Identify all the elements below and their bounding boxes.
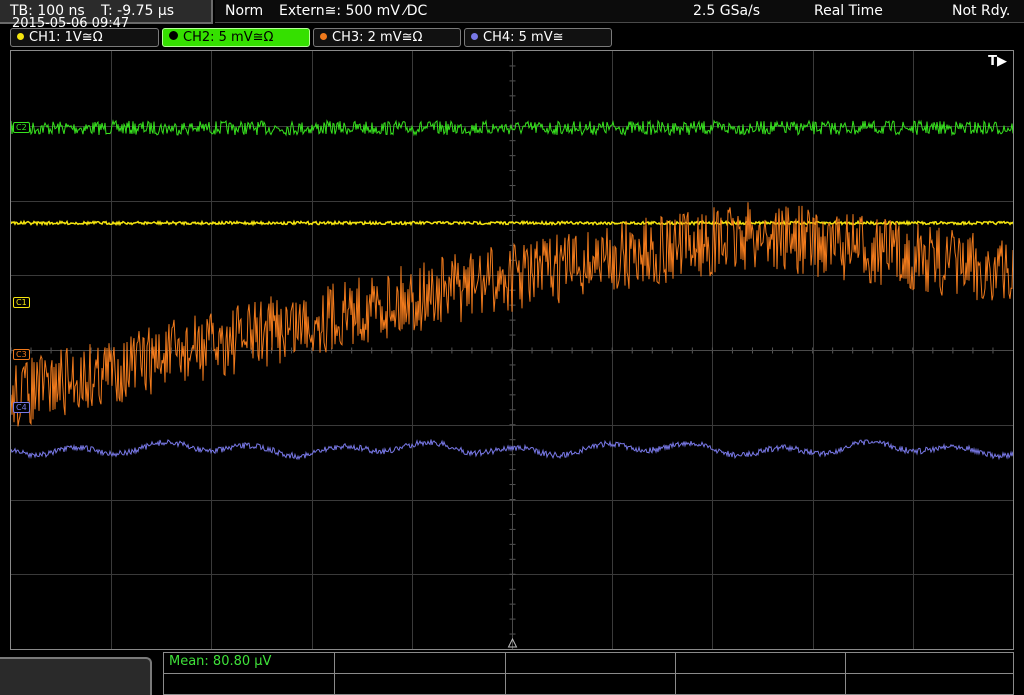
waveform-display[interactable]: T▶ C2 C1 C3 C4 bbox=[10, 50, 1014, 650]
ch4-offset-marker[interactable]: C4 bbox=[13, 402, 30, 413]
ch1-label: CH1: 1V≅Ω bbox=[29, 30, 103, 45]
ch2-button[interactable]: CH2: 5 mV≅Ω bbox=[162, 28, 310, 47]
acquisition-mode: Real Time bbox=[814, 3, 883, 19]
acquisition-status-row: Norm Extern≅: 500 mV ⁄DC 2.5 GSa/s Real … bbox=[215, 0, 1024, 23]
ch2-dot-icon bbox=[169, 31, 178, 40]
trigger-source[interactable]: Extern≅: 500 mV ⁄DC bbox=[279, 3, 427, 19]
trigger-mode[interactable]: Norm bbox=[225, 3, 263, 19]
ch2-label: CH2: 5 mV≅Ω bbox=[183, 30, 274, 45]
ch2-offset-marker[interactable]: C2 bbox=[13, 122, 30, 133]
measurement-table[interactable] bbox=[163, 652, 1014, 695]
ch3-offset-marker[interactable]: C3 bbox=[13, 349, 30, 360]
run-state: Not Rdy. bbox=[952, 3, 1011, 19]
sample-rate: 2.5 GSa/s bbox=[693, 3, 761, 19]
waveform-canvas bbox=[11, 51, 1013, 649]
ch3-dot-icon bbox=[320, 33, 327, 40]
ch3-button[interactable]: CH3: 2 mV≅Ω bbox=[313, 28, 461, 47]
ch1-offset-marker[interactable]: C1 bbox=[13, 297, 30, 308]
ch3-label: CH3: 2 mV≅Ω bbox=[332, 30, 423, 45]
ch4-label: CH4: 5 mV≅ bbox=[483, 30, 564, 45]
ch1-dot-icon bbox=[17, 33, 24, 40]
trigger-position-marker[interactable]: T▶ bbox=[988, 54, 1007, 69]
mean-measurement: Mean: 80.80 µV bbox=[169, 654, 272, 669]
datetime-label: 2015-05-06 09:47 bbox=[12, 16, 130, 31]
ch4-dot-icon bbox=[471, 33, 478, 40]
ch4-button[interactable]: CH4: 5 mV≅ bbox=[464, 28, 612, 47]
datetime-box bbox=[0, 657, 152, 695]
